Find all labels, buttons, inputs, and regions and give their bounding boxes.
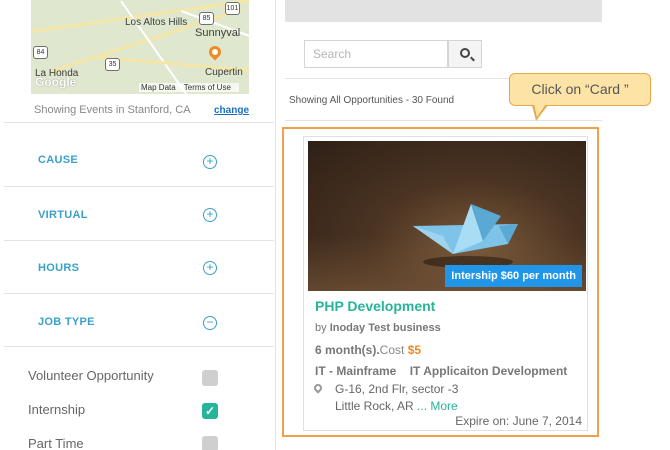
- highway-shield-icon: 84: [33, 46, 48, 59]
- job-type-label-parttime: Part Time: [28, 436, 84, 450]
- card-organization: by Inoday Test business: [315, 322, 441, 334]
- plus-circle-icon[interactable]: +: [203, 261, 217, 275]
- filter-job-type[interactable]: JOB TYPE −: [4, 293, 274, 347]
- card-title[interactable]: PHP Development: [315, 298, 435, 314]
- internship-checkbox[interactable]: ✓: [202, 403, 218, 419]
- map-data-link[interactable]: Map Data: [141, 83, 176, 92]
- city-state: Little Rock, AR: [335, 399, 414, 413]
- address-line-2: Little Rock, AR ... More: [335, 399, 458, 413]
- address-line-1: G-16, 2nd Flr, sector -3: [335, 382, 459, 396]
- plus-circle-icon[interactable]: +: [203, 155, 217, 169]
- callout-pointer-fill: [534, 104, 546, 117]
- divider: [285, 120, 602, 121]
- opportunity-image: Intership $60 per month: [308, 141, 586, 291]
- plus-circle-icon[interactable]: +: [203, 208, 217, 222]
- highway-shield-icon: 101: [225, 2, 240, 15]
- more-link[interactable]: ... More: [417, 399, 458, 413]
- terms-of-use-link[interactable]: Terms of Use: [184, 83, 231, 92]
- search-icon: [460, 48, 470, 58]
- organization-name: Inoday Test business: [329, 322, 441, 334]
- filter-label: JOB TYPE: [38, 316, 95, 328]
- minus-circle-icon[interactable]: −: [203, 316, 217, 330]
- results-summary: Showing All Opportunities - 30 Found: [289, 95, 455, 106]
- compensation-badge: Intership $60 per month: [445, 265, 582, 287]
- search-input[interactable]: [304, 40, 448, 68]
- expire-date: Expire on: June 7, 2014: [455, 414, 582, 428]
- change-location-link[interactable]: change: [214, 105, 249, 116]
- location-map[interactable]: Los Altos Hills Sunnyval La Honda Cupert…: [31, 0, 249, 94]
- card-duration-cost: 6 month(s).Cost $5: [315, 343, 421, 357]
- google-logo: Google: [35, 75, 77, 89]
- cost-value: $5: [407, 343, 422, 357]
- paper-boat-icon: [413, 204, 518, 268]
- cost-label: Cost: [379, 343, 405, 357]
- highway-shield-icon: 85: [199, 12, 214, 25]
- filter-virtual[interactable]: VIRTUAL +: [4, 186, 274, 240]
- map-footer: Map Data Terms of Use: [139, 83, 239, 92]
- volunteer-checkbox[interactable]: [202, 370, 218, 386]
- duration: 6 month(s).: [315, 343, 380, 357]
- highway-shield-icon: 35: [105, 58, 120, 71]
- parttime-checkbox[interactable]: [202, 436, 218, 450]
- filter-hours[interactable]: HOURS +: [4, 240, 274, 293]
- opportunity-card[interactable]: Intership $60 per month PHP Development …: [303, 136, 588, 431]
- map-label: Sunnyval: [195, 27, 241, 39]
- top-banner: [285, 0, 602, 22]
- filter-sidebar: Los Altos Hills Sunnyval La Honda Cupert…: [0, 0, 276, 450]
- filter-label: CAUSE: [38, 154, 79, 166]
- search-button[interactable]: [448, 40, 482, 68]
- location-pin-icon: [312, 382, 324, 394]
- filter-label: VIRTUAL: [38, 209, 88, 221]
- map-label: Los Altos Hills: [125, 17, 188, 28]
- by-prefix: by: [315, 322, 327, 334]
- card-categories: IT - Mainframe IT Applicaiton Developmen…: [315, 364, 567, 378]
- job-type-label-volunteer: Volunteer Opportunity: [28, 368, 154, 383]
- category-label: IT Applicaiton Development: [409, 364, 568, 378]
- category-label: IT - Mainframe: [315, 364, 397, 378]
- filter-cause[interactable]: CAUSE +: [4, 122, 274, 177]
- job-type-label-internship: Internship: [28, 402, 86, 417]
- map-label: Cupertin: [205, 67, 243, 78]
- filter-label: HOURS: [38, 262, 80, 274]
- instruction-callout: Click on “Card ”: [509, 73, 651, 106]
- location-status: Showing Events in Stanford, CA: [34, 104, 191, 116]
